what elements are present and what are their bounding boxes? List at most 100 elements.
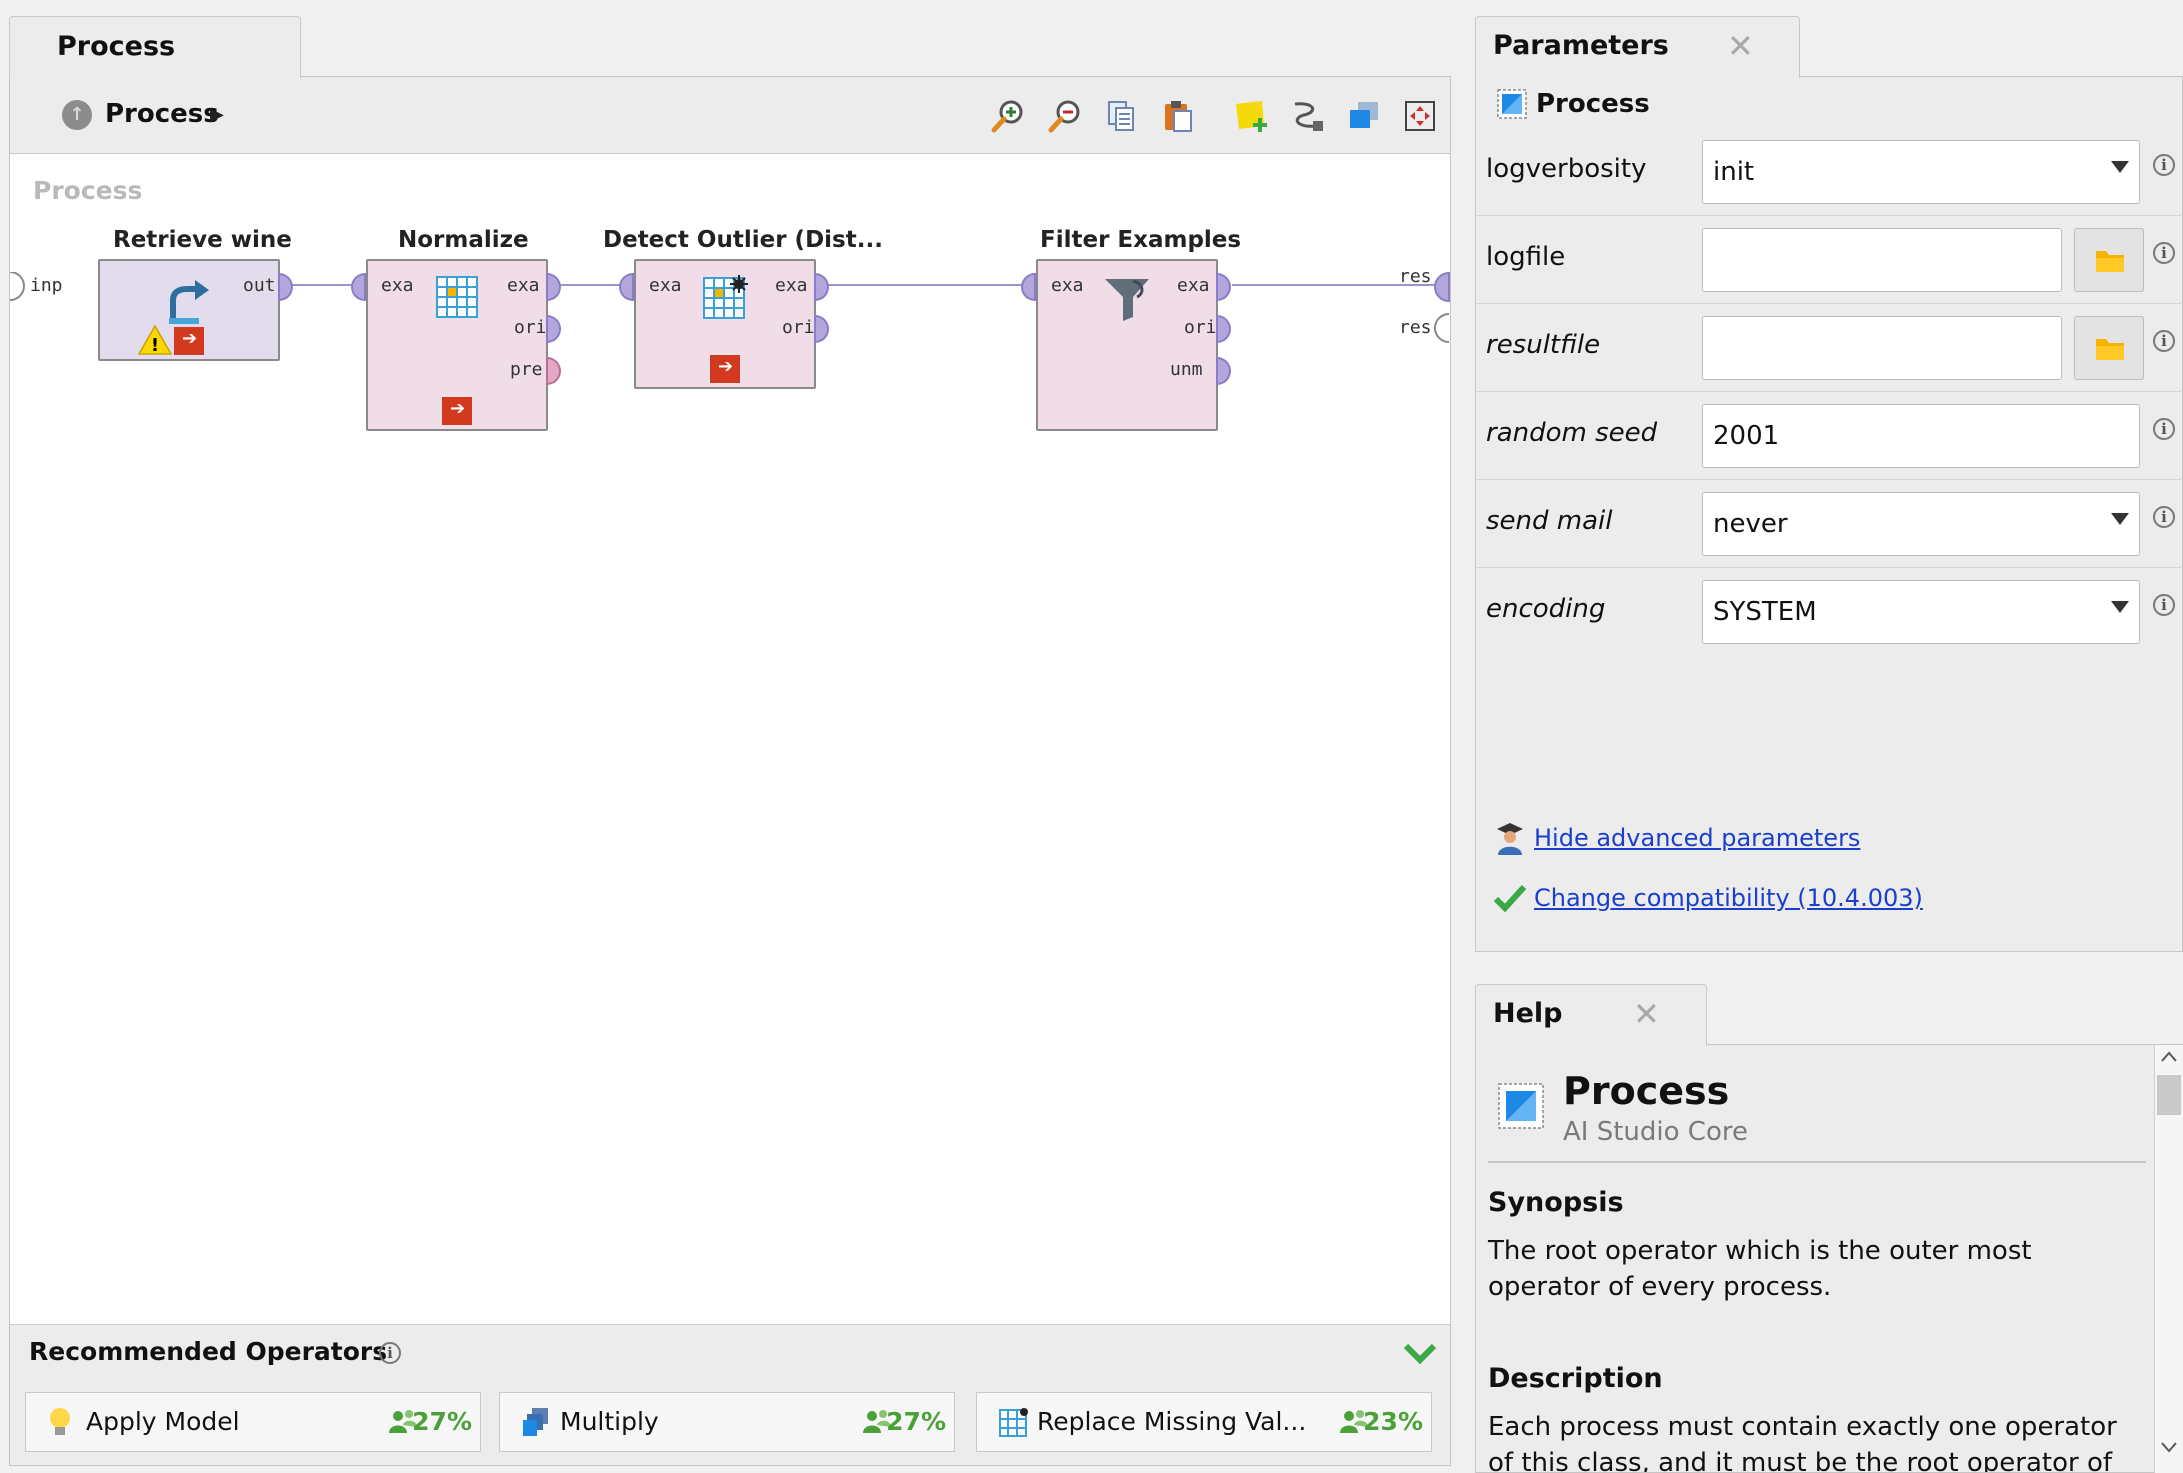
chevron-down-icon [2111,513,2129,525]
resultfile-browse-button[interactable] [2074,316,2144,380]
breadcrumb[interactable]: Process [105,99,219,129]
zoom-in-icon[interactable] [990,98,1026,134]
info-icon[interactable]: i [2153,418,2175,440]
copy-icon[interactable] [1103,98,1139,134]
filter-icon [1105,279,1149,321]
param-row-logfile: logfile i [1476,216,2183,304]
recommended-item-replace-missing[interactable]: Replace Missing Val... 23% [976,1392,1432,1452]
recommended-operators-title: Recommended Operators [29,1337,388,1366]
help-subtitle: AI Studio Core [1563,1117,1748,1147]
auto-wire-icon[interactable] [1290,98,1326,134]
change-compatibility-link[interactable]: Change compatibility (10.4.003) [1534,884,1923,912]
recommended-item-multiply[interactable]: Multiply 27% [499,1392,955,1452]
info-icon[interactable]: i [2153,330,2175,352]
canvas-input-port-label: inp [30,275,63,296]
table-icon [999,1408,1028,1437]
info-icon[interactable]: i [2153,594,2175,616]
param-label: encoding [1486,594,1606,624]
synopsis-text: The root operator which is the outer mos… [1488,1236,2032,1302]
recommended-item-percent: 23% [1363,1407,1423,1436]
param-row-send-mail: send mail never i [1476,480,2183,568]
chevron-down-icon [2111,601,2129,613]
tab-help-label: Help [1493,998,1563,1029]
help-divider [1488,1161,2146,1163]
info-icon[interactable]: i [379,1342,401,1364]
canvas-result-port-1-label: res [1399,266,1432,287]
paste-icon[interactable] [1160,98,1196,134]
param-label: logfile [1486,242,1566,272]
help-panel: Process AI Studio Core Synopsis The root… [1475,1044,2183,1473]
operator-retrieve-wine-title: Retrieve wine [113,227,292,253]
description-heading: Description [1488,1363,1663,1394]
canvas-input-port[interactable] [10,272,26,302]
add-note-icon[interactable] [1233,98,1269,134]
canvas-result-port-1[interactable] [1433,272,1450,302]
port-label: pre [510,359,543,380]
layers-icon[interactable] [1346,98,1382,134]
info-icon[interactable]: i [2153,154,2175,176]
operator-filter-examples-title: Filter Examples [1040,227,1242,253]
param-label: logverbosity [1486,154,1647,184]
process-operator-icon [1498,1083,1544,1129]
dropdown-value: never [1713,509,1788,539]
logfile-input[interactable] [1702,228,2062,292]
scroll-up-icon[interactable] [2161,1051,2177,1063]
param-row-logverbosity: logverbosity init i [1476,128,2183,216]
recommended-item-label: Apply Model [86,1407,240,1436]
hide-advanced-parameters-link[interactable]: Hide advanced parameters [1534,824,1860,852]
help-title: Process [1563,1069,1730,1113]
scroll-down-icon[interactable] [2161,1441,2177,1453]
close-icon[interactable]: ✕ [1727,27,1754,65]
close-icon[interactable]: ✕ [1633,995,1660,1033]
info-icon[interactable]: i [2153,506,2175,528]
canvas-result-port-2[interactable] [1433,313,1450,343]
info-icon[interactable]: i [2153,242,2175,264]
port-label: exa [649,275,682,296]
lightbulb-icon [50,1408,70,1435]
port-label: out [243,275,276,296]
collapse-chevron-icon[interactable] [1403,1340,1437,1366]
send-mail-dropdown[interactable]: never [1702,492,2140,556]
chevron-down-icon [2111,161,2129,173]
parameters-operator-label: Process [1536,89,1650,119]
param-row-random-seed: random seed 2001 i [1476,392,2183,480]
expert-user-icon [1497,823,1523,855]
random-seed-input[interactable]: 2001 [1702,404,2140,468]
canvas-result-port-2-label: res [1399,317,1432,338]
svg-text:!: ! [151,335,159,355]
tab-parameters-label: Parameters [1493,30,1669,61]
port-label: exa [1051,275,1084,296]
breadcrumb-arrow-icon[interactable]: ▶ [210,104,224,125]
execution-order-icon: ➔ [442,397,472,425]
port-label: exa [381,275,414,296]
port-label: ori [1184,317,1217,338]
resultfile-input[interactable] [1702,316,2062,380]
recommended-item-percent: 27% [886,1407,946,1436]
process-operator-icon [1497,89,1527,119]
port-label: unm [1170,359,1203,380]
description-text: Each process must contain exactly one op… [1488,1412,2117,1473]
recommended-item-apply-model[interactable]: Apply Model 27% [25,1392,481,1452]
logverbosity-dropdown[interactable]: init [1702,140,2140,204]
process-up-icon[interactable]: ↑ [62,100,92,130]
help-scrollbar[interactable] [2154,1045,2183,1473]
warning-icon[interactable]: ! [138,325,172,355]
folder-icon [2096,339,2124,360]
outlier-icon [703,275,748,319]
param-label: send mail [1486,506,1613,536]
check-icon [1494,884,1526,912]
encoding-dropdown[interactable]: SYSTEM [1702,580,2140,644]
tab-process[interactable]: Process [9,16,301,78]
dropdown-value: SYSTEM [1713,597,1817,627]
recommended-item-label: Replace Missing Val... [1037,1407,1307,1436]
fit-view-icon[interactable] [1402,98,1438,134]
port-label: exa [775,275,808,296]
logfile-browse-button[interactable] [2074,228,2144,292]
folder-icon [2096,251,2124,272]
param-row-encoding: encoding SYSTEM i [1476,568,2183,656]
zoom-out-icon[interactable] [1047,98,1083,134]
scrollbar-thumb[interactable] [2157,1075,2181,1115]
port-label: ori [514,317,547,338]
dropdown-value: init [1713,157,1755,187]
tab-process-label: Process [57,31,176,62]
